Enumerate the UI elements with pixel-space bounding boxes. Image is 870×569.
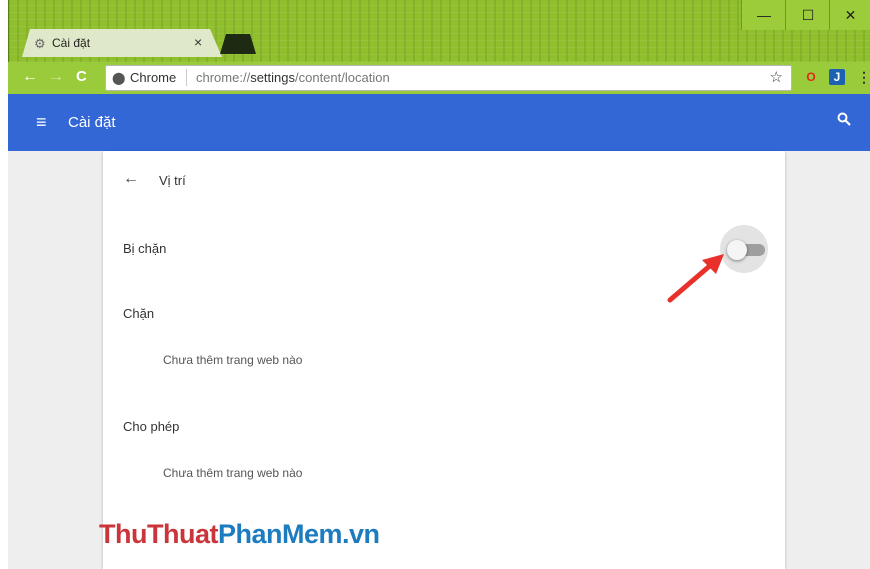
back-arrow-icon[interactable]: ← (22, 68, 38, 86)
minimize-button[interactable]: — (741, 0, 786, 30)
annotation-arrow-icon (667, 254, 724, 303)
new-tab-button[interactable] (220, 34, 256, 54)
j-extension-icon[interactable]: J (829, 69, 845, 85)
allowed-section-header: Cho phép (123, 419, 180, 434)
page-title: Vị trí (159, 173, 186, 188)
location-settings-card: ← Vị trí Bị chặn Chặn Chưa thêm trang we… (103, 151, 785, 569)
close-window-button[interactable]: ✕ (829, 0, 870, 30)
forward-arrow-icon[interactable]: → (48, 68, 64, 86)
omnibox-divider (186, 69, 187, 86)
tab-settings[interactable]: ⚙ Cài đặt × (22, 29, 222, 57)
settings-title: Cài đặt (68, 114, 116, 131)
blocked-empty-text: Chưa thêm trang web nào (163, 353, 303, 367)
gear-icon: ⚙ (34, 36, 46, 51)
security-label: Chrome (130, 70, 177, 85)
tab-close-icon[interactable]: × (194, 34, 202, 50)
allowed-empty-text: Chưa thêm trang web nào (163, 466, 303, 480)
opera-extension-icon[interactable]: O (803, 69, 819, 85)
maximize-button[interactable]: ☐ (785, 0, 830, 30)
chrome-menu-icon[interactable]: ⋮ (856, 69, 870, 85)
blocked-section-header: Chặn (123, 306, 155, 321)
blocked-toggle-label: Bị chặn (123, 241, 167, 256)
settings-content: ← Vị trí Bị chặn Chặn Chưa thêm trang we… (8, 151, 870, 569)
address-bar[interactable]: ⬤ Chrome chrome://settings/content/locat… (105, 65, 792, 91)
settings-header: ≡ Cài đặt (8, 94, 870, 151)
tab-title: Cài đặt (52, 36, 91, 50)
browser-toolbar: ← → C ⬤ Chrome chrome://settings/content… (8, 62, 870, 94)
watermark-logo: ThuThuatPhanMem.vn (99, 519, 380, 549)
chrome-icon: ⬤ (112, 71, 126, 85)
url-text: chrome://settings/content/location (196, 70, 390, 85)
back-arrow-icon[interactable]: ← (123, 170, 139, 188)
bookmark-star-icon[interactable]: ☆ (770, 68, 783, 86)
location-toggle-knob[interactable] (727, 240, 747, 260)
reload-icon[interactable]: C (76, 68, 87, 85)
hamburger-menu-icon[interactable]: ≡ (36, 112, 47, 133)
browser-window: ⚙ Cài đặt × — ☐ ✕ ← → C ⬤ Chrome chrome:… (0, 0, 870, 569)
search-icon[interactable] (837, 112, 851, 130)
